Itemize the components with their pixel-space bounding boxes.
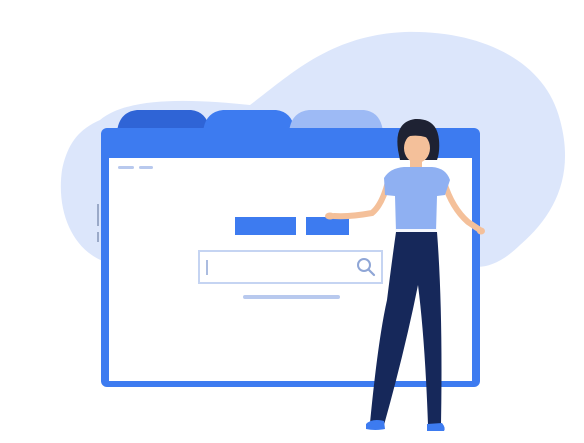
person-face (404, 133, 430, 163)
window-dash-1 (118, 166, 134, 169)
placeholder-block-left (235, 217, 296, 235)
side-tick-2 (97, 232, 99, 242)
illustration (60, 31, 566, 431)
person-shoe-left (366, 420, 385, 430)
person-shoe-right (427, 423, 445, 431)
placeholder-line (243, 295, 340, 299)
placeholder-block-right (306, 217, 349, 235)
side-tick-1 (97, 204, 99, 226)
window-dash-2 (139, 166, 153, 169)
search-input[interactable] (198, 250, 383, 284)
